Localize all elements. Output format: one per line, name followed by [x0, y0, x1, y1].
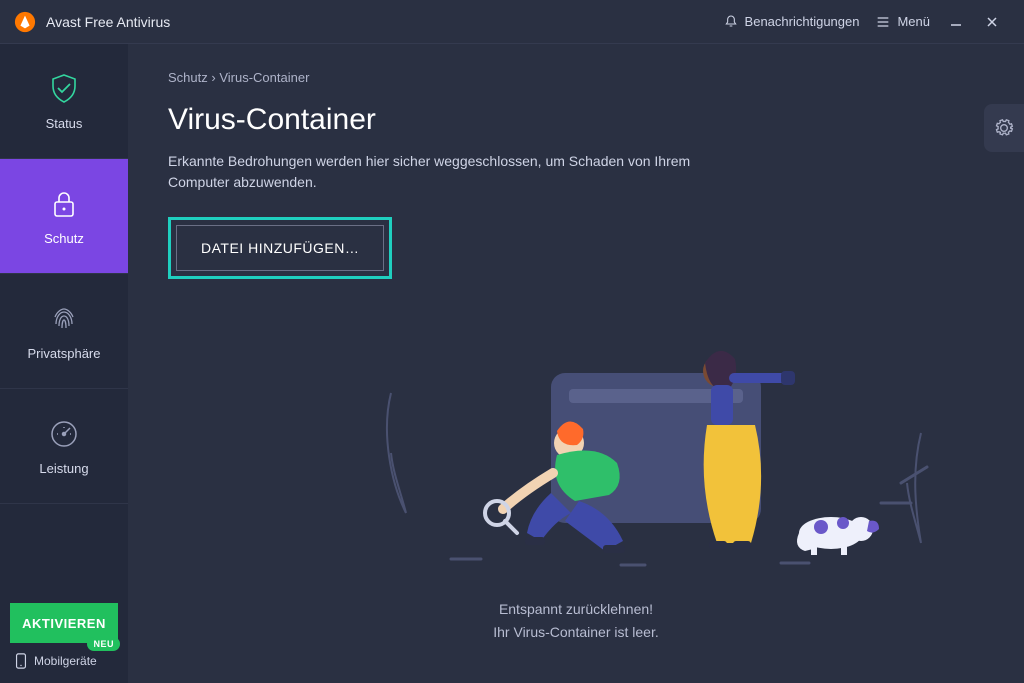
hamburger-icon: [875, 14, 891, 30]
empty-line-1: Entspannt zurücklehnen!: [128, 598, 1024, 620]
minimize-button[interactable]: [938, 4, 974, 40]
sidebar-item-label: Leistung: [39, 461, 88, 476]
sidebar-item-label: Privatsphäre: [28, 346, 101, 361]
empty-line-2: Ihr Virus-Container ist leer.: [128, 621, 1024, 643]
page-title: Virus-Container: [168, 103, 984, 137]
sidebar-item-status[interactable]: Status: [0, 44, 128, 159]
main-content: Schutz › Virus-Container Virus-Container…: [128, 44, 1024, 683]
add-file-highlight: DATEI HINZUFÜGEN…: [168, 217, 392, 279]
breadcrumb-root[interactable]: Schutz: [168, 70, 208, 85]
empty-state-illustration: [298, 324, 984, 593]
shield-check-icon: [47, 72, 81, 106]
menu-button[interactable]: Menü: [867, 10, 938, 34]
mobile-label: Mobilgeräte: [34, 654, 97, 668]
breadcrumb: Schutz › Virus-Container: [168, 70, 984, 85]
sidebar-item-privacy[interactable]: Privatsphäre: [0, 274, 128, 389]
bell-icon: [723, 14, 739, 30]
minimize-icon: [949, 15, 963, 29]
fingerprint-icon: [47, 302, 81, 336]
add-file-button[interactable]: DATEI HINZUFÜGEN…: [176, 225, 384, 271]
menu-label: Menü: [897, 14, 930, 29]
settings-flyout-button[interactable]: [984, 104, 1024, 152]
sidebar-item-label: Status: [46, 116, 83, 131]
close-button[interactable]: [974, 4, 1010, 40]
page-description: Erkannte Bedrohungen werden hier sicher …: [168, 151, 728, 193]
gear-icon: [994, 118, 1014, 138]
lock-icon: [47, 187, 81, 221]
avast-logo-icon: [14, 11, 36, 33]
gauge-icon: [47, 417, 81, 451]
new-badge: NEU: [87, 637, 120, 651]
sidebar: Status Schutz Privatsphäre: [0, 44, 128, 683]
mobile-devices-link[interactable]: NEU Mobilgeräte: [10, 653, 118, 669]
empty-state-text: Entspannt zurücklehnen! Ihr Virus-Contai…: [128, 598, 1024, 643]
notifications-button[interactable]: Benachrichtigungen: [715, 10, 868, 34]
sidebar-item-performance[interactable]: Leistung: [0, 389, 128, 504]
sidebar-item-label: Schutz: [44, 231, 84, 246]
close-icon: [985, 15, 999, 29]
phone-icon: [14, 653, 28, 669]
breadcrumb-leaf: Virus-Container: [219, 70, 309, 85]
app-title: Avast Free Antivirus: [46, 14, 170, 30]
notifications-label: Benachrichtigungen: [745, 14, 860, 29]
sidebar-item-protection[interactable]: Schutz: [0, 159, 128, 274]
titlebar: Avast Free Antivirus Benachrichtigungen …: [0, 0, 1024, 44]
